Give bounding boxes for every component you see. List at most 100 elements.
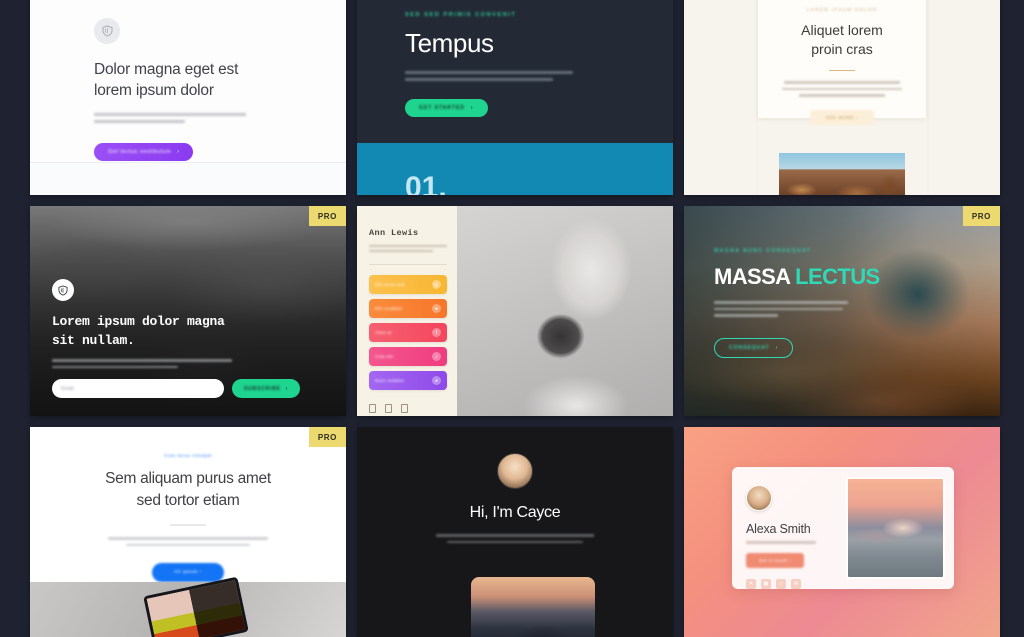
card-body-text: Arcu ac tortor dignissim convallis aenea… <box>94 112 246 123</box>
profile-name: Ann Lewis <box>369 228 419 238</box>
card-body-text: Mattis venenatis nisl massa. Finibus dui… <box>108 537 268 547</box>
template-card-alexa-smith[interactable]: Alexa Smith Instagram Content Creator Ge… <box>684 427 1000 637</box>
mail-icon[interactable] <box>401 404 408 413</box>
template-card-hi-im-cayce[interactable]: Hi, I'm Cayce Odio tellus cursus venenat… <box>357 427 673 637</box>
link-item[interactable]: Cras elit ♪ <box>369 347 447 366</box>
snowy-mountain-lake-photo <box>846 477 945 579</box>
card-eyebrow: SED SED PRIMIS CONVENIT <box>405 12 517 18</box>
cta-button[interactable]: Get lectus vestibulum › <box>94 142 194 161</box>
subscribe-button[interactable]: SUBSCRIBE › <box>232 379 301 398</box>
messenger-icon[interactable]: ◌ <box>776 578 786 589</box>
email-input[interactable]: Email <box>52 379 224 398</box>
link-label: Cras elit <box>375 354 394 359</box>
arrow-right-icon: › <box>789 557 791 563</box>
facebook-icon: f <box>432 328 441 337</box>
arrow-right-icon: › <box>775 344 779 351</box>
social-icon-row <box>369 404 447 413</box>
divider <box>369 264 447 265</box>
dribbble-icon: ● <box>432 304 441 313</box>
tablet-device <box>143 577 249 637</box>
link-label: Elit curae sed <box>375 282 405 287</box>
profile-role: Instagram Content Creator <box>746 541 846 544</box>
social-icon-row: ✕ ▣ ◌ ✉ <box>746 578 846 589</box>
instagram-icon: ◎ <box>432 280 441 289</box>
cta-button[interactable]: Get in touch › <box>746 552 804 568</box>
card-body-text: Metus suspendisse egestas ultrices. Pret… <box>782 81 902 97</box>
card-panel: LOREM IPSUM DOLOR Aliquet lorem proin cr… <box>758 0 926 125</box>
arrow-right-icon: › <box>199 570 202 576</box>
card-eyebrow: MAGNA NUNC CONSEQUAT <box>714 248 812 254</box>
card-body-text: Ultrices tincidunt arcu non sodales nequ… <box>405 71 573 81</box>
template-card-tempus[interactable]: PRO SED SED PRIMIS CONVENIT Tempus Ultri… <box>357 0 673 195</box>
heading-line-1: Sem aliquam purus amet <box>105 470 271 487</box>
link-label: Nunc sodales <box>375 378 404 383</box>
template-card-sem-aliquam[interactable]: PRO Cras lacus volutpat Sem aliquam puru… <box>30 427 346 637</box>
link-item[interactable]: Nunc sodales ◕ <box>369 371 447 390</box>
heading-line-1: Dolor magna eget est <box>94 61 239 78</box>
card-heading: Sem aliquam purus amet sed tortor etiam <box>30 468 346 511</box>
section-band: 01. <box>357 143 673 195</box>
avatar <box>746 485 772 511</box>
discord-icon: ◕ <box>432 376 441 385</box>
card-body-text: Odio tellus cursus venenatis duis velit … <box>436 534 594 543</box>
mountain-sunset-photo <box>471 577 595 637</box>
cta-button[interactable]: CONSEQUAT › <box>714 337 794 358</box>
template-card-massa-lectus[interactable]: PRO MAGNA NUNC CONSEQUAT MASSA LECTUS Ma… <box>684 206 1000 416</box>
cta-label: SUBSCRIBE <box>244 385 281 392</box>
x-twitter-icon[interactable]: ✕ <box>746 578 756 589</box>
profile-details: Alexa Smith Instagram Content Creator Ge… <box>732 467 846 589</box>
card-heading: Tempus <box>405 28 494 58</box>
mail-icon[interactable]: ✉ <box>791 578 801 589</box>
cta-label: Get lectus vestibulum <box>108 148 172 155</box>
card-body: MAGNA NUNC CONSEQUAT MASSA LECTUS Magna … <box>714 248 880 358</box>
card-eyebrow: LOREM IPSUM DOLOR <box>806 7 878 12</box>
link-item[interactable]: Amet at f <box>369 323 447 342</box>
pro-badge: PRO <box>308 427 346 447</box>
email-placeholder: Email <box>61 385 74 392</box>
card-body: Lorem ipsum dolor magna sit nullam. Inte… <box>52 279 324 398</box>
heading-line-2: sed tortor etiam <box>136 491 240 509</box>
card-body-text: Integer sit elit erat condimentum ac imp… <box>52 359 232 368</box>
comment-icon[interactable] <box>385 404 392 413</box>
link-label: Amet at <box>375 330 392 335</box>
cta-button[interactable]: GET STARTED › <box>405 99 488 117</box>
card-eyebrow: Cras lacus volutpat <box>164 453 212 458</box>
card-body: Hi, I'm Cayce Odio tellus cursus venenat… <box>357 427 673 543</box>
heading-line-2: lorem ipsum dolor <box>94 81 214 99</box>
profile-name: Alexa Smith <box>746 522 811 536</box>
link-item[interactable]: Elit curabitur ● <box>369 299 447 318</box>
phone-icon[interactable] <box>369 404 376 413</box>
cta-label: GET STARTED <box>419 105 465 111</box>
avatar <box>497 453 533 489</box>
link-item[interactable]: Elit curae sed ◎ <box>369 275 447 294</box>
heading-word-accent: LECTUS <box>795 264 880 289</box>
cta-label: CONSEQUAT <box>729 344 770 351</box>
arrow-right-icon: › <box>177 148 180 155</box>
woman-with-camera-photo <box>457 206 673 416</box>
card-body-text: Magna congue nulla ultricies faucibus nu… <box>714 301 848 317</box>
template-card-ann-lewis[interactable]: Ann Lewis Sed duis varius risus sed elit… <box>357 206 673 416</box>
cta-label: All ipsum <box>174 570 198 576</box>
template-card-aliquet-lorem[interactable]: LOREM IPSUM DOLOR Aliquet lorem proin cr… <box>684 0 1000 195</box>
link-label: Elit curabitur <box>375 306 403 311</box>
divider <box>170 524 206 527</box>
profile-card: Alexa Smith Instagram Content Creator Ge… <box>732 467 954 589</box>
template-card-lorem-ipsum-dolor-magna[interactable]: PRO Lorem ipsum dolor magna sit nullam. … <box>30 206 346 416</box>
cta-label: SEE MORE <box>825 114 855 120</box>
instagram-icon[interactable]: ▣ <box>761 578 771 589</box>
tiktok-icon: ♪ <box>432 352 441 361</box>
template-card-dolor-magna[interactable]: PRO Dolor magna eget est lorem ipsum dol… <box>30 0 346 195</box>
card-heading: Hi, I'm Cayce <box>469 504 561 521</box>
subscribe-form: Email SUBSCRIBE › <box>52 379 324 398</box>
cta-button[interactable]: All ipsum › <box>152 563 224 583</box>
arrow-right-icon: › <box>470 105 474 111</box>
arrow-right-icon: › <box>856 114 859 120</box>
pro-badge: PRO <box>962 206 1000 226</box>
card-heading: MASSA LECTUS <box>714 264 880 290</box>
card-body: SED SED PRIMIS CONVENIT Tempus Ultrices … <box>357 0 673 143</box>
heading-line-1: Lorem ipsum dolor magna <box>52 314 225 330</box>
template-gallery-grid: PRO Dolor magna eget est lorem ipsum dol… <box>30 0 1000 637</box>
shield-icon <box>52 279 74 302</box>
desert-canyon-photo <box>779 153 905 195</box>
cta-button[interactable]: SEE MORE › <box>809 109 875 125</box>
